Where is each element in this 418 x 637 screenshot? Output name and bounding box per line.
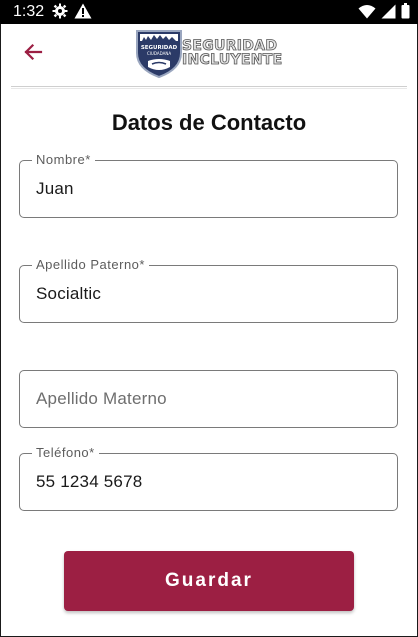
back-button[interactable]: [17, 38, 49, 70]
apellido-materno-field[interactable]: [19, 370, 398, 428]
warning-icon: [74, 3, 92, 24]
telefono-field[interactable]: Teléfono*: [19, 445, 398, 511]
battery-icon: [401, 3, 410, 24]
arrow-left-icon: [23, 42, 43, 67]
screen: SEGURIDAD CIUDADANA SEGURIDAD INCLUYENTE…: [1, 24, 417, 636]
status-left-icons: [52, 3, 92, 24]
logo-text: SEGURIDAD INCLUYENTE: [182, 38, 283, 68]
apellido-paterno-input[interactable]: [36, 266, 381, 322]
apellido-materno-input[interactable]: [36, 371, 381, 427]
logo-line-1: SEGURIDAD: [182, 38, 278, 54]
header-divider-shadow: [11, 88, 407, 89]
logo-line-2: INCLUYENTE: [182, 52, 283, 68]
apellido-paterno-field[interactable]: Apellido Paterno*: [19, 257, 398, 323]
nombre-field[interactable]: Nombre*: [19, 152, 398, 218]
signal-icon: [381, 4, 396, 24]
nombre-input[interactable]: [36, 161, 381, 217]
gear-icon: [52, 3, 68, 24]
wifi-icon: [358, 4, 376, 24]
badge-text-2: CIUDADANA: [147, 51, 171, 56]
status-time: 1:32: [13, 3, 45, 20]
status-bar: 1:32: [0, 0, 418, 24]
status-right-icons: [358, 3, 410, 24]
header-divider: [11, 86, 407, 87]
save-button[interactable]: Guardar: [64, 551, 354, 611]
app-logo: SEGURIDAD CIUDADANA SEGURIDAD INCLUYENTE: [134, 28, 289, 82]
page-title: Datos de Contacto: [111, 110, 307, 135]
telefono-input[interactable]: [36, 454, 381, 510]
app-bar: SEGURIDAD CIUDADANA SEGURIDAD INCLUYENTE: [1, 24, 417, 84]
shield-badge-icon: SEGURIDAD CIUDADANA: [134, 27, 184, 84]
